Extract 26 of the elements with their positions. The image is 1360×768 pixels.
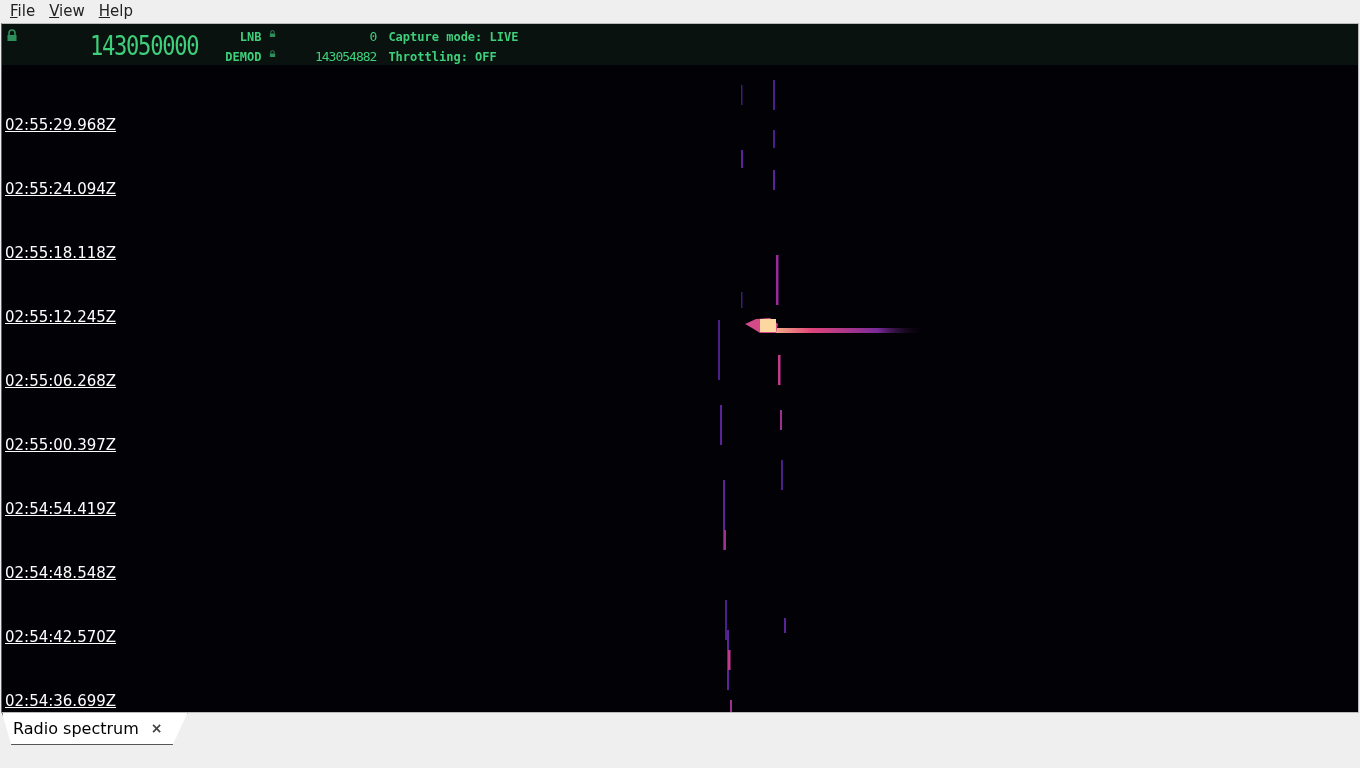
status-text: Capture mode: LIVE xyxy=(388,29,519,46)
row-label: DEMOD xyxy=(224,49,262,66)
timestamp-label: 02:55:29.968Z xyxy=(5,116,117,134)
tab[interactable]: Radio spectrum × xyxy=(2,713,188,745)
timestamp-label: 02:54:36.699Z xyxy=(5,692,117,710)
timestamp-label: 02:55:24.094Z xyxy=(5,180,117,198)
menu-item[interactable]: File xyxy=(10,0,36,23)
row-label: LNB xyxy=(238,29,262,46)
timestamp-label: 02:54:42.570Z xyxy=(5,628,117,646)
padlock-icon[interactable] xyxy=(269,49,277,57)
timestamp-label: 02:54:48.548Z xyxy=(5,564,117,582)
timestamp-label: 02:55:06.268Z xyxy=(5,372,117,390)
close-button[interactable]: × xyxy=(150,718,163,739)
timestamp-label: 02:55:00.397Z xyxy=(5,436,117,454)
timestamp-label: 02:54:54.419Z xyxy=(5,500,117,518)
frequency-value[interactable]: 143054882 xyxy=(276,47,377,67)
status-text: Throttling: OFF xyxy=(388,49,498,66)
menu-item[interactable]: View xyxy=(49,0,85,23)
tab-label: Radio spectrum xyxy=(13,717,139,740)
padlock-icon[interactable] xyxy=(6,29,18,41)
padlock-icon[interactable] xyxy=(269,29,277,37)
timestamp-label: 02:55:12.245Z xyxy=(5,308,117,326)
timestamp-label: 02:55:18.118Z xyxy=(5,244,117,262)
frequency-value[interactable]: 0 xyxy=(276,27,377,47)
frequency-display[interactable]: 143050000 xyxy=(90,31,199,61)
menu-item[interactable]: Help xyxy=(98,0,133,23)
